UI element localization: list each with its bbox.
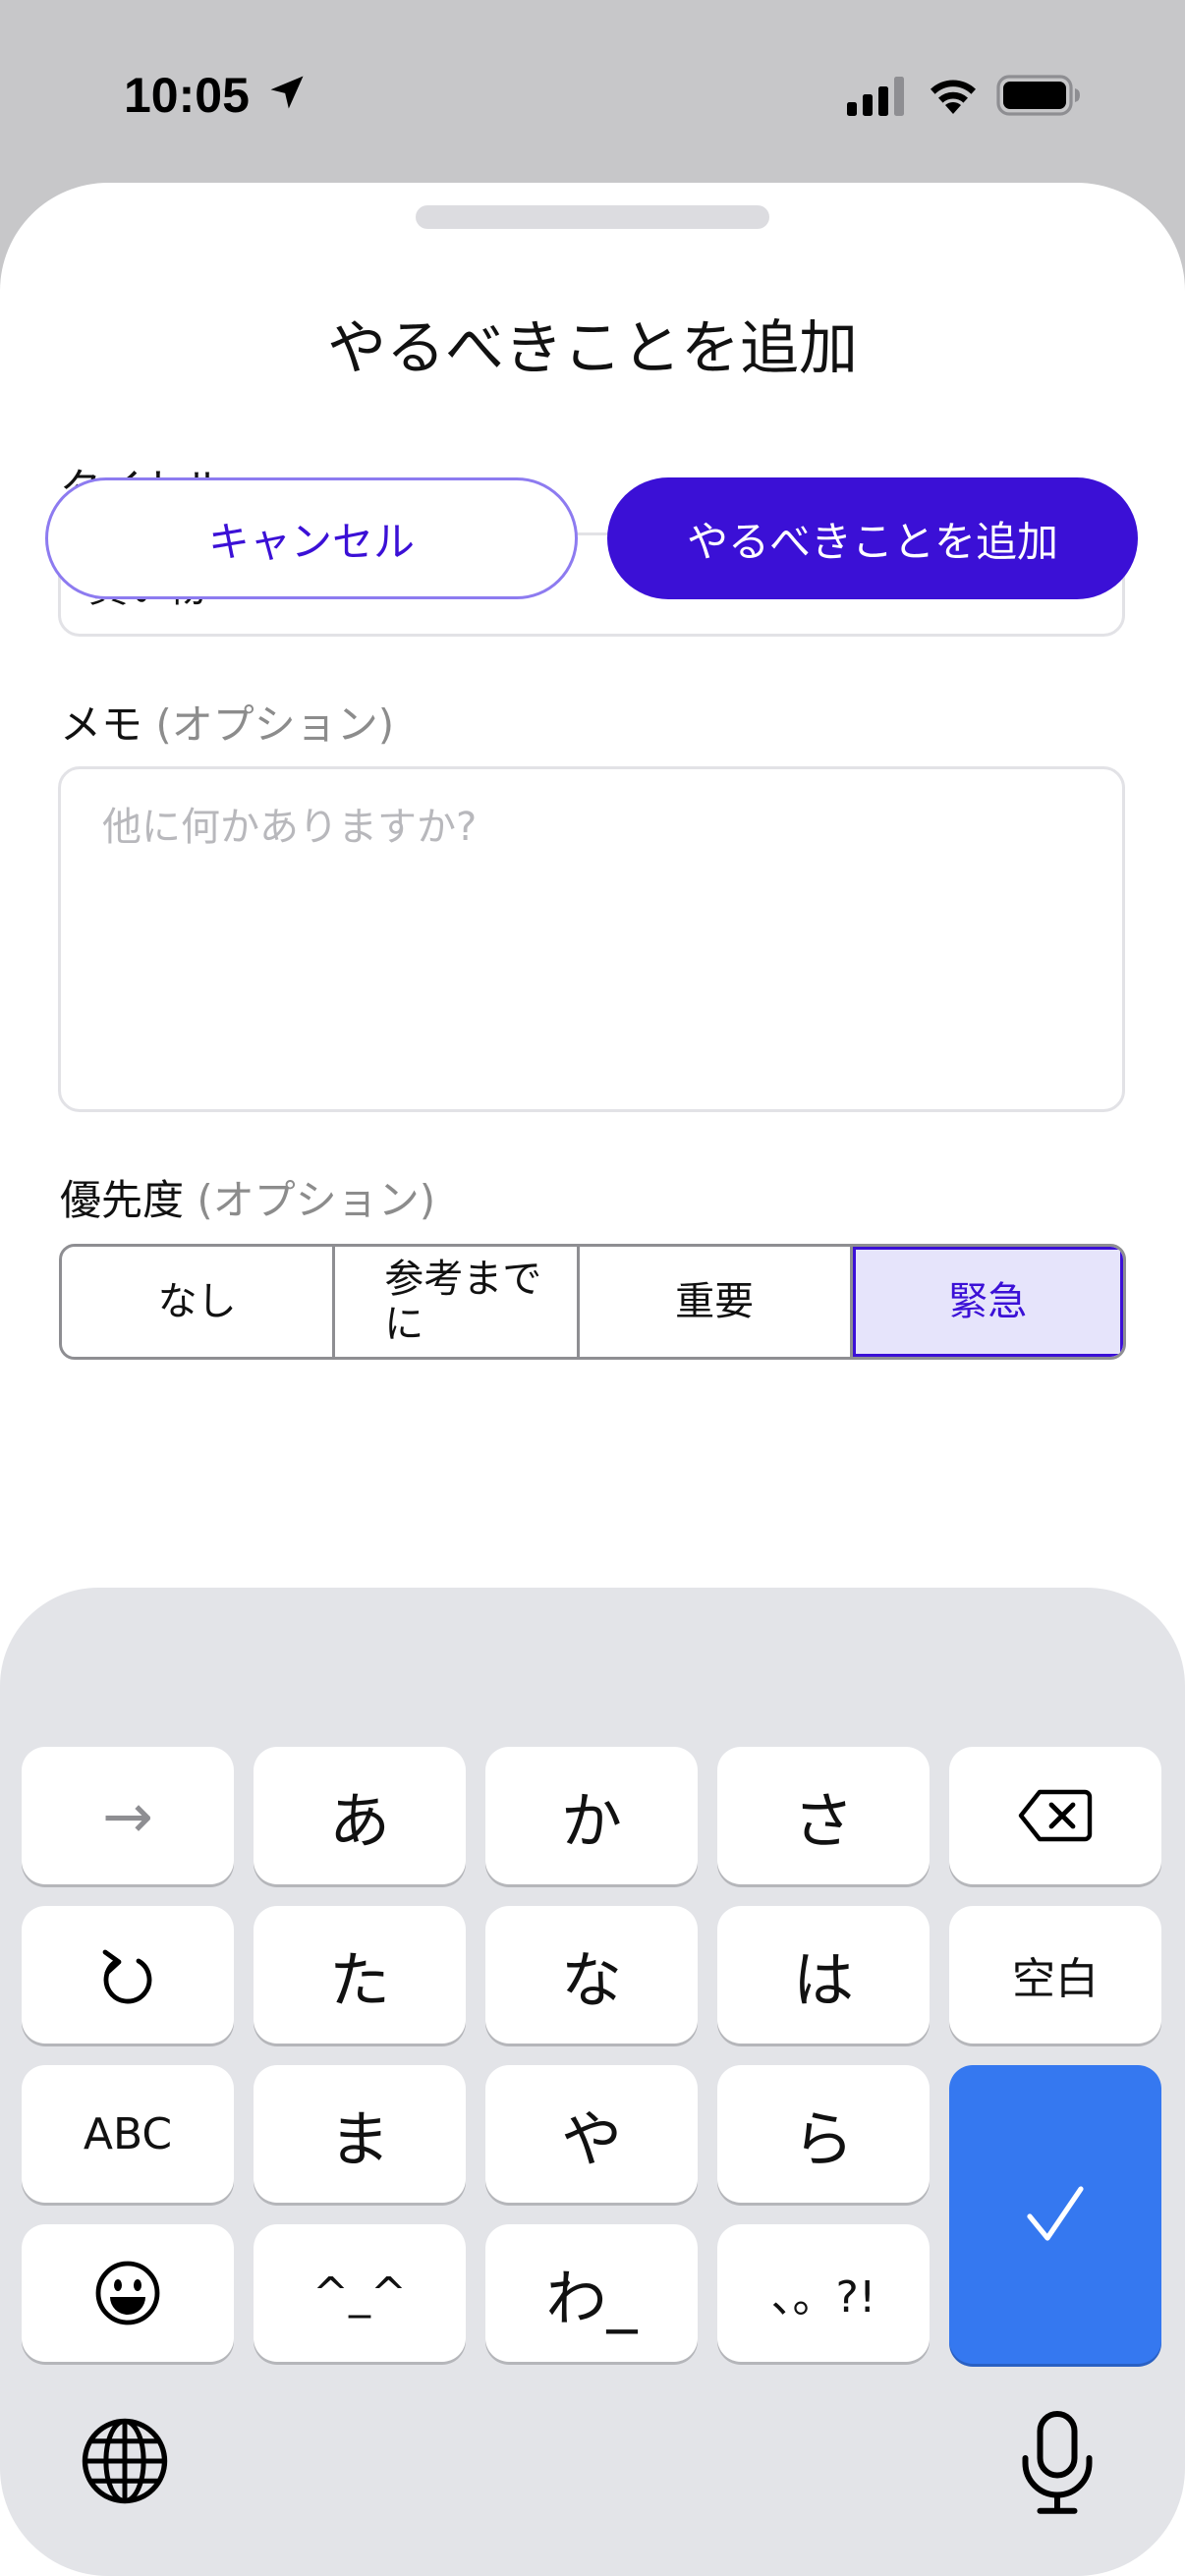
memo-input[interactable] (58, 766, 1125, 1112)
key-emoji[interactable] (22, 2224, 234, 2362)
memo-optional-hint: (オプション) (155, 700, 395, 749)
priority-segmented-control: なし 参考までに 重要 緊急 (59, 1244, 1126, 1360)
key-enter[interactable] (949, 2065, 1161, 2364)
memo-label-text: メモ (60, 700, 143, 749)
microphone-icon[interactable] (1018, 2409, 1097, 2517)
emoji-icon (95, 2261, 160, 2325)
key-ra[interactable]: ら (717, 2065, 930, 2203)
wifi-icon (931, 80, 976, 114)
priority-option-urgent[interactable]: 緊急 (852, 1247, 1123, 1357)
key-ka[interactable]: か (485, 1747, 698, 1884)
key-punctuation[interactable]: 、。?! (717, 2224, 930, 2362)
checkmark-icon (1027, 2186, 1084, 2241)
priority-label: 優先度 (オプション) (60, 1167, 435, 1227)
location-arrow-icon (270, 76, 304, 109)
key-ma[interactable]: ま (254, 2065, 466, 2203)
key-space[interactable]: 空白 (949, 1906, 1161, 2044)
priority-label-text: 優先度 (60, 1176, 185, 1224)
undo-icon (102, 1949, 152, 2004)
key-ya[interactable]: や (485, 2065, 698, 2203)
key-ha[interactable]: は (717, 1906, 930, 2044)
memo-label: メモ (オプション) (60, 692, 394, 752)
action-row (0, 1409, 1185, 1590)
key-undo[interactable] (22, 1906, 234, 2044)
key-wa[interactable]: わ_ (485, 2224, 698, 2362)
delete-icon (1018, 1789, 1093, 1842)
key-arrow[interactable]: → (22, 1747, 234, 1884)
key-delete[interactable] (949, 1747, 1161, 1884)
status-bar: 10:05 (0, 0, 1185, 183)
priority-option-fyi[interactable]: 参考までに (335, 1247, 580, 1357)
key-a[interactable]: あ (254, 1747, 466, 1884)
sheet-grabber[interactable] (416, 205, 769, 229)
status-time: 10:05 (124, 68, 250, 123)
add-todo-button[interactable]: やるべきことを追加 (607, 477, 1138, 599)
battery-icon (996, 75, 1080, 116)
globe-icon[interactable] (81, 2417, 169, 2505)
key-abc[interactable]: ABC (22, 2065, 234, 2203)
sheet-title: やるべきことを追加 (327, 314, 858, 383)
key-ta[interactable]: た (254, 1906, 466, 2044)
key-sa[interactable]: さ (717, 1747, 930, 1884)
key-kaomoji[interactable]: ^_^ (254, 2224, 466, 2362)
key-na[interactable]: な (485, 1906, 698, 2044)
priority-option-none[interactable]: なし (62, 1247, 336, 1357)
cancel-button[interactable]: キャンセル (45, 477, 578, 599)
priority-optional-hint: (オプション) (197, 1176, 436, 1224)
cellular-signal-icon (847, 77, 904, 116)
priority-option-important[interactable]: 重要 (580, 1247, 853, 1357)
